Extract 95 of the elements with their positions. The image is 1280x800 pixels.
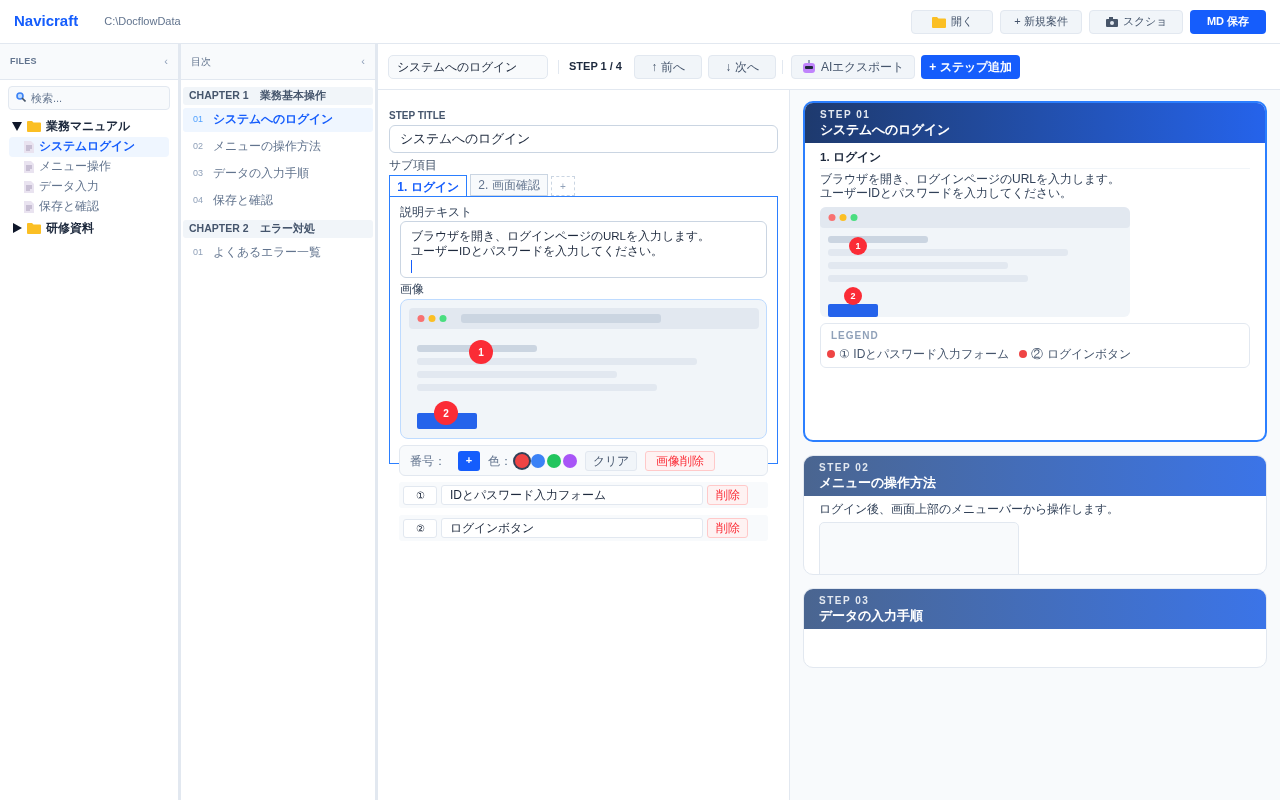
tree-file[interactable]: メニュー操作: [9, 157, 169, 177]
toolbar-button[interactable]: ↓ 次へ: [708, 54, 776, 79]
toc-item[interactable]: 03 データの入力手順: [183, 162, 373, 186]
subitem-tab[interactable]: 1. ログイン: [389, 175, 467, 197]
toc-item[interactable]: 01 システムへのログイン: [183, 108, 373, 132]
color-swatch[interactable]: [531, 453, 545, 468]
item-label: よくあるエラー一覧: [213, 245, 321, 261]
collapse-icon[interactable]: [12, 121, 22, 131]
item-label: データの入力手順: [213, 166, 309, 182]
annotation-field[interactable]: IDとパスワード入力フォーム: [441, 485, 703, 505]
step-card[interactable]: STEP 03 データの入力手順: [803, 588, 1267, 668]
add-tab-button[interactable]: +: [551, 176, 575, 196]
step-title-field[interactable]: システムへのログイン: [389, 125, 778, 153]
robot-icon: [802, 59, 816, 74]
tree-folder[interactable]: 業務マニュアル: [9, 115, 169, 137]
folder-icon: [27, 222, 41, 234]
toc-item[interactable]: 02 メニューの操作方法: [183, 135, 373, 159]
collapse-button[interactable]: ‹: [361, 53, 365, 70]
marker-badge[interactable]: 2: [844, 287, 862, 306]
toc-item[interactable]: 01 よくあるエラー一覧: [183, 241, 373, 265]
tree-file[interactable]: データ入力: [9, 177, 169, 197]
title-field[interactable]: システムへのログイン: [388, 54, 548, 79]
folder-icon: [931, 15, 946, 28]
step-description: ログイン後、画面上部のメニューバーから操作します。: [819, 502, 1120, 516]
toolbar-button[interactable]: ↑ 前へ: [634, 54, 702, 79]
marker-number-field[interactable]: ①: [403, 485, 437, 505]
legend-text: ① IDとパスワード入力フォーム: [839, 346, 1010, 364]
header-button[interactable]: スクショ: [1089, 9, 1183, 34]
search-field[interactable]: 検索...: [8, 86, 170, 110]
tool-label: 番号：: [410, 452, 446, 470]
color-swatch[interactable]: [515, 453, 529, 468]
app-name: Navicraft: [14, 11, 79, 32]
step-description: ユーザーIDとパスワードを入力してください。: [820, 186, 1073, 201]
step-card[interactable]: STEP 01 システムへのログイン 1. ログイン ブラウザを開き、ログインページのURLを入力します。 ユーザーIDとパスワードを入力してください。 1 2 LEGEND ① IDとパスワード入力フォーム ② ログインボタン: [803, 101, 1267, 442]
sub-heading: 1. ログイン: [820, 149, 1250, 170]
add-marker-button[interactable]: +: [458, 450, 480, 471]
collapse-button[interactable]: ‹: [164, 53, 168, 70]
tree-file[interactable]: システムログイン: [9, 137, 169, 157]
delete-image-button[interactable]: 画像削除: [645, 450, 715, 471]
item-number: 04: [193, 194, 203, 208]
delete-button[interactable]: 削除: [707, 485, 748, 505]
step-label: STEP 02: [819, 462, 871, 474]
header-button[interactable]: 開く: [911, 9, 993, 34]
expand-icon[interactable]: [12, 223, 22, 233]
step-description: ブラウザを開き、ログインページのURLを入力します。: [820, 172, 1121, 187]
step-label: STEP 03: [819, 595, 871, 607]
step-title: メニューの操作方法: [819, 474, 937, 491]
field-label: 画像: [400, 283, 425, 296]
step-card[interactable]: STEP 02 メニューの操作方法 ログイン後、画面上部のメニューバーから操作します。: [803, 455, 1267, 575]
folder-path: C:\DocflowData: [104, 14, 181, 30]
document-icon: [24, 141, 34, 153]
toolbar-button[interactable]: AIエクスポート: [791, 54, 916, 79]
item-number: 01: [193, 113, 203, 127]
tree-folder[interactable]: 研修資料: [9, 217, 169, 239]
chapter-heading: CHAPTER 2 エラー対処: [183, 220, 373, 238]
tree-file[interactable]: 保存と確認: [9, 197, 169, 217]
chapter-heading: CHAPTER 1 業務基本操作: [183, 87, 373, 105]
marker-badge[interactable]: 1: [469, 340, 493, 364]
subitem-tab[interactable]: 2. 画面確認: [470, 174, 548, 196]
legend-title: LEGEND: [831, 329, 880, 344]
toc-item[interactable]: 04 保存と確認: [183, 189, 373, 213]
item-number: 03: [193, 167, 203, 181]
legend-text: ② ログインボタン: [1031, 346, 1131, 364]
marker-number-field[interactable]: ②: [403, 518, 437, 538]
header-button[interactable]: + 新規案件: [1000, 9, 1082, 34]
step-title: システムへのログイン: [820, 121, 951, 138]
panel-title: FILES: [10, 54, 37, 68]
item-label: メニューの操作方法: [213, 139, 321, 155]
document-icon: [24, 161, 34, 173]
camera-icon: [1105, 16, 1118, 27]
item-number: 02: [193, 140, 203, 154]
item-label: システムへのログイン: [213, 112, 333, 128]
clear-button[interactable]: クリア: [585, 450, 637, 471]
color-swatch[interactable]: [547, 453, 561, 468]
document-icon: [24, 181, 34, 193]
step-label: STEP 01: [820, 109, 872, 121]
header-button[interactable]: MD 保存: [1190, 9, 1266, 34]
item-label: 保存と確認: [213, 193, 273, 209]
step-title: データの入力手順: [819, 607, 924, 624]
search-icon: [16, 92, 26, 102]
field-label: STEP TITLE: [389, 109, 447, 123]
marker-badge[interactable]: 2: [434, 401, 458, 425]
panel-title: 目次: [191, 55, 211, 69]
field-label: 説明テキスト: [400, 206, 473, 219]
item-number: 01: [193, 246, 203, 260]
toolbar-button[interactable]: + ステップ追加: [921, 54, 1020, 79]
delete-button[interactable]: 削除: [707, 518, 748, 538]
description-field[interactable]: ブラウザを開き、ログインページのURLを入力します。 ユーザーIDとパスワードを入力してください。: [400, 221, 767, 278]
field-label: サブ項目: [389, 158, 438, 172]
tool-label: 色：: [488, 452, 512, 470]
folder-icon: [27, 120, 41, 132]
annotation-field[interactable]: ログインボタン: [441, 518, 703, 538]
color-swatch[interactable]: [563, 453, 577, 468]
document-icon: [24, 201, 34, 213]
step-counter: STEP 1 / 4: [569, 59, 622, 75]
